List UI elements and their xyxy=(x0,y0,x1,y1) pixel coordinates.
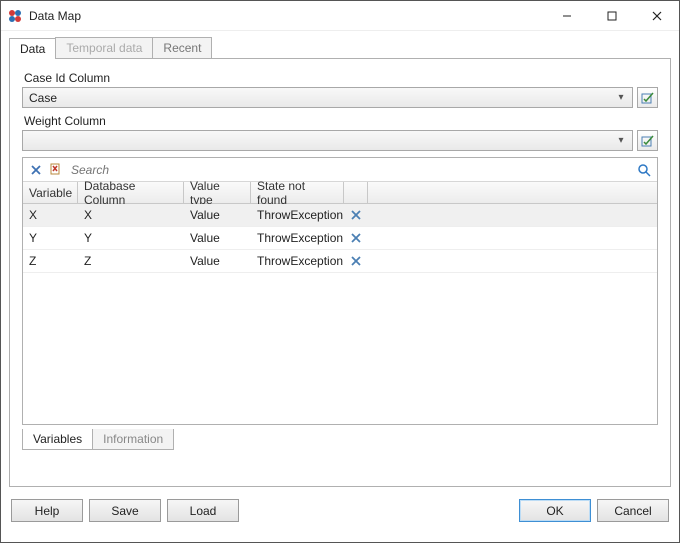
button-label: Help xyxy=(35,504,60,518)
app-icon xyxy=(7,8,23,24)
col-database-column[interactable]: Database Column xyxy=(78,182,184,203)
col-spacer xyxy=(368,182,657,203)
cell-vtype: Value xyxy=(184,254,251,268)
cancel-button[interactable]: Cancel xyxy=(597,499,669,522)
main-tabstrip: Data Temporal data Recent xyxy=(9,37,671,59)
button-label: Load xyxy=(190,504,217,518)
clear-all-icon[interactable] xyxy=(47,161,65,179)
tab-content: Case Id Column Case ▾ Weight Column ▾ xyxy=(9,59,671,487)
search-input[interactable] xyxy=(67,161,633,179)
button-label: OK xyxy=(546,504,563,518)
row-delete-icon[interactable] xyxy=(344,233,368,243)
variables-grid: Variable Database Column Value type Stat… xyxy=(22,157,658,425)
tab-label: Temporal data xyxy=(66,41,142,55)
maximize-button[interactable] xyxy=(589,1,634,30)
col-delete xyxy=(344,182,368,203)
cell-dbcol: X xyxy=(78,208,184,222)
case-id-toggle-button[interactable] xyxy=(637,87,658,108)
tab-recent[interactable]: Recent xyxy=(152,37,212,58)
row-delete-icon[interactable] xyxy=(344,256,368,266)
titlebar: Data Map xyxy=(1,1,679,31)
col-state-not-found[interactable]: State not found xyxy=(251,182,344,203)
grid-body: XXValueThrowExceptionYYValueThrowExcepti… xyxy=(23,204,657,424)
row-delete-icon[interactable] xyxy=(344,210,368,220)
lower-tabstrip: Variables Information xyxy=(22,429,658,450)
window-title: Data Map xyxy=(29,9,544,23)
button-label: Cancel xyxy=(614,504,651,518)
load-button[interactable]: Load xyxy=(167,499,239,522)
cell-dbcol: Y xyxy=(78,231,184,245)
weight-toggle-button[interactable] xyxy=(637,130,658,151)
ok-button[interactable]: OK xyxy=(519,499,591,522)
save-button[interactable]: Save xyxy=(89,499,161,522)
ltab-label: Information xyxy=(103,432,163,446)
cell-snf: ThrowException xyxy=(251,231,344,245)
chevron-down-icon: ▾ xyxy=(614,135,628,146)
button-label: Save xyxy=(111,504,138,518)
table-row[interactable]: XXValueThrowException xyxy=(23,204,657,227)
cell-vtype: Value xyxy=(184,231,251,245)
cell-snf: ThrowException xyxy=(251,254,344,268)
col-variable[interactable]: Variable xyxy=(23,182,78,203)
delete-icon[interactable] xyxy=(27,161,45,179)
help-button[interactable]: Help xyxy=(11,499,83,522)
cell-variable: Z xyxy=(23,254,78,268)
tab-temporal-data[interactable]: Temporal data xyxy=(55,37,153,58)
cell-variable: X xyxy=(23,208,78,222)
tab-label: Recent xyxy=(163,41,201,55)
case-id-value: Case xyxy=(29,91,614,105)
cell-vtype: Value xyxy=(184,208,251,222)
ltab-variables[interactable]: Variables xyxy=(22,429,93,450)
case-id-combo[interactable]: Case ▾ xyxy=(22,87,633,108)
case-id-label: Case Id Column xyxy=(24,71,658,85)
col-value-type[interactable]: Value type xyxy=(184,182,251,203)
minimize-button[interactable] xyxy=(544,1,589,30)
ltab-label: Variables xyxy=(33,432,82,446)
cell-variable: Y xyxy=(23,231,78,245)
dialog-footer: Help Save Load OK Cancel xyxy=(1,493,679,528)
close-button[interactable] xyxy=(634,1,679,30)
search-icon[interactable] xyxy=(635,161,653,179)
tab-data[interactable]: Data xyxy=(9,38,56,59)
ltab-information[interactable]: Information xyxy=(92,429,174,450)
weight-label: Weight Column xyxy=(24,114,658,128)
cell-snf: ThrowException xyxy=(251,208,344,222)
table-row[interactable]: ZZValueThrowException xyxy=(23,250,657,273)
grid-header: Variable Database Column Value type Stat… xyxy=(23,182,657,204)
table-row[interactable]: YYValueThrowException xyxy=(23,227,657,250)
tab-label: Data xyxy=(20,42,45,56)
chevron-down-icon: ▾ xyxy=(614,92,628,103)
cell-dbcol: Z xyxy=(78,254,184,268)
weight-combo[interactable]: ▾ xyxy=(22,130,633,151)
